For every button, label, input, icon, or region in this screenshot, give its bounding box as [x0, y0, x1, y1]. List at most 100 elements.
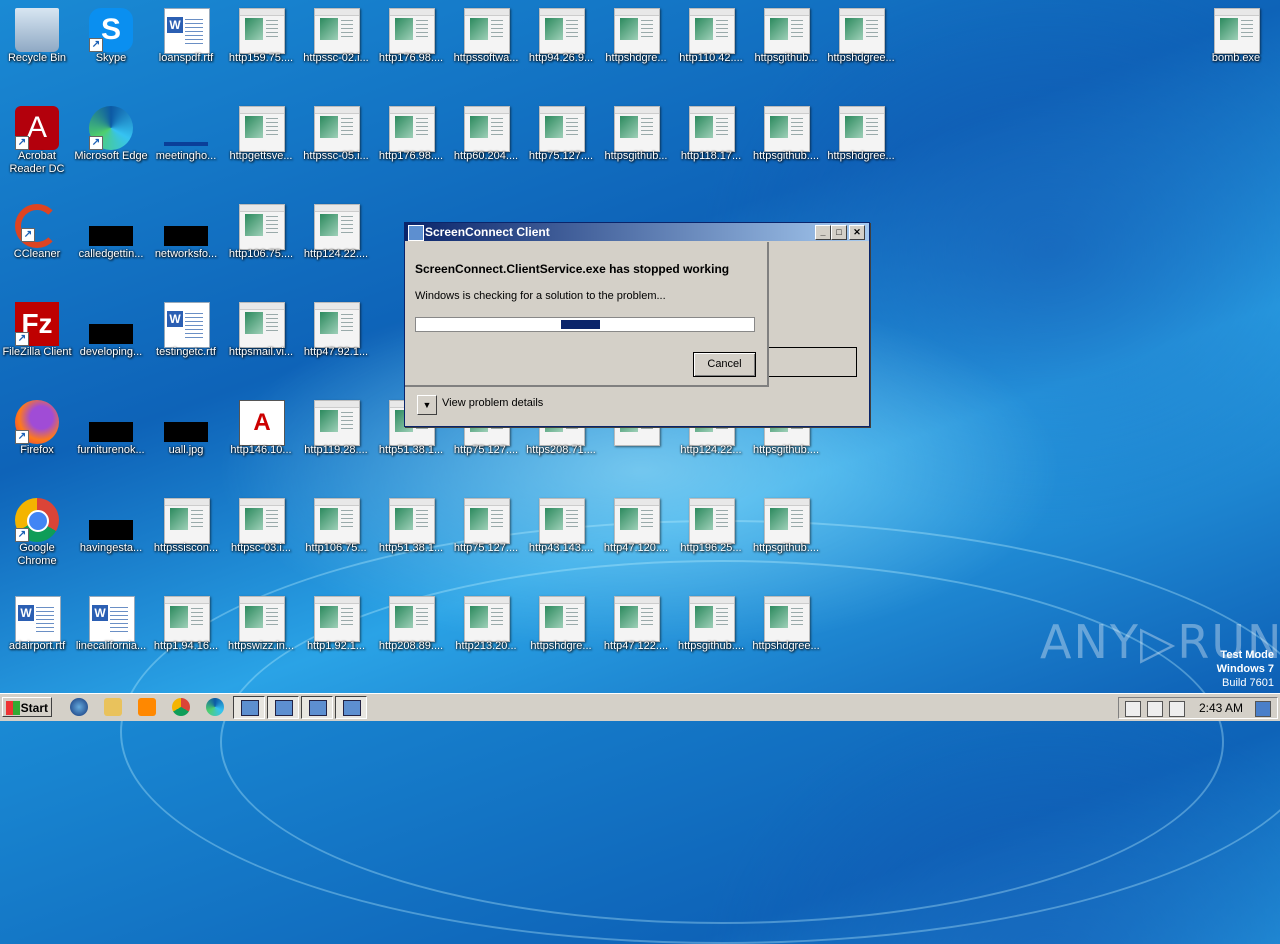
taskbar-task[interactable] — [335, 696, 367, 719]
desktop-icon-html[interactable]: httpshdgre... — [524, 588, 598, 678]
desktop-icon-html[interactable]: http110.42.... — [674, 0, 748, 90]
desktop-icon-html[interactable]: http159.75.... — [224, 0, 298, 90]
desktop-icon-html[interactable]: http106.75... — [299, 490, 373, 580]
taskbar-task[interactable] — [267, 696, 299, 719]
desktop-icon-html[interactable]: http47.120.... — [599, 490, 673, 580]
desktop-icon-html[interactable]: httpsgithub.... — [749, 98, 823, 188]
html-document-icon — [689, 8, 735, 54]
desktop-icon-http1-94[interactable]: http1.94.16... — [149, 588, 223, 678]
desktop-icon-linecalifornia[interactable]: W linecalifornia... — [74, 588, 148, 678]
desktop-icon-html[interactable]: httpgettsve... — [224, 98, 298, 188]
icon-label: http106.75... — [305, 542, 367, 554]
desktop-icon-meetingho[interactable]: meetingho... — [149, 98, 223, 188]
desktop-icon-html[interactable]: http213.20... — [449, 588, 523, 678]
view-details-label[interactable]: View problem details — [442, 397, 543, 409]
icon-label: http176.98.... — [378, 150, 444, 162]
icon-label: http124.22... — [680, 444, 742, 456]
desktop-icon-html[interactable]: httpshdgree... — [824, 0, 898, 90]
desktop-icon-html[interactable]: http176.98.... — [374, 98, 448, 188]
clock[interactable]: 2:43 AM — [1199, 698, 1243, 718]
desktop-icon-html[interactable]: http1.92.1... — [299, 588, 373, 678]
chrome-icon[interactable] — [172, 698, 190, 716]
desktop-icon-httpssiscon[interactable]: httpssiscon... — [149, 490, 223, 580]
file-icon — [89, 226, 133, 246]
desktop-icon-html[interactable]: http119.28.... — [299, 392, 373, 482]
desktop-icon-html[interactable]: httpsgithub... — [749, 0, 823, 90]
desktop-icon-html[interactable]: http196.25... — [674, 490, 748, 580]
desktop-icon-acrobat[interactable]: A ↗ Acrobat Reader DC — [0, 98, 74, 188]
flag-icon[interactable] — [1125, 701, 1141, 717]
desktop-icon-uall[interactable]: uall.jpg — [149, 392, 223, 482]
start-button[interactable]: Start — [2, 697, 52, 717]
maximize-button[interactable]: □ — [831, 225, 847, 240]
cancel-button[interactable]: Cancel — [693, 352, 756, 377]
html-document-icon — [389, 596, 435, 642]
desktop-icon-html[interactable]: http47.92.1... — [299, 294, 373, 384]
desktop-icon-html[interactable]: http60.204.... — [449, 98, 523, 188]
desktop-icon-html[interactable]: http75.127.... — [449, 490, 523, 580]
desktop-icon-html[interactable]: httpshdgree... — [824, 98, 898, 188]
internet-explorer-icon[interactable] — [70, 698, 88, 716]
desktop-icon-html[interactable]: http51.38.1... — [374, 490, 448, 580]
desktop-icon-html[interactable]: httpshdgre... — [599, 0, 673, 90]
file-icon — [89, 520, 133, 540]
icon-label: Skype — [95, 52, 127, 64]
desktop-icon-html[interactable]: http208.89.... — [374, 588, 448, 678]
desktop-icon-html[interactable]: http118.17... — [674, 98, 748, 188]
desktop-icon-html[interactable]: http47.122.... — [599, 588, 673, 678]
desktop-icon-skype[interactable]: S ↗ Skype — [74, 0, 148, 90]
desktop-icon-loanspdf[interactable]: W loanspdf.rtf — [149, 0, 223, 90]
desktop-icon-networksfo[interactable]: networksfo... — [149, 196, 223, 286]
test-mode-line3: Build 7601 — [1222, 677, 1274, 689]
desktop-icon-html[interactable]: http94.26.9... — [524, 0, 598, 90]
taskbar-task[interactable] — [301, 696, 333, 719]
taskbar-task[interactable] — [233, 696, 265, 719]
desktop-icon-pdf[interactable]: Ahttp146.10... — [224, 392, 298, 482]
media-player-icon[interactable] — [138, 698, 156, 716]
close-button[interactable]: ✕ — [849, 225, 865, 240]
expand-details-button[interactable]: ▼ — [417, 395, 437, 415]
desktop-icon-html[interactable]: httpssc-05.i... — [299, 98, 373, 188]
desktop-icon-html[interactable]: httpssc-02.i... — [299, 0, 373, 90]
edge-icon[interactable] — [206, 698, 224, 716]
desktop-icon-html[interactable]: http43.143.... — [524, 490, 598, 580]
desktop-icon-html[interactable]: httpsgithub.... — [674, 588, 748, 678]
desktop-icon-chrome[interactable]: ↗ Google Chrome — [0, 490, 74, 580]
screenconnect-icon — [309, 700, 327, 716]
acrobat-icon: A ↗ — [15, 106, 59, 150]
desktop-icon-html[interactable]: http124.22.... — [299, 196, 373, 286]
desktop-icon-html[interactable]: httpshdgree... — [749, 588, 823, 678]
icon-label: http176.98.... — [378, 52, 444, 64]
progress-segment — [561, 320, 601, 329]
desktop-icon-html[interactable]: http106.75.... — [224, 196, 298, 286]
desktop-icon-recycle-bin[interactable]: Recycle Bin — [0, 0, 74, 90]
desktop-icon-html[interactable]: httpswizz.in... — [224, 588, 298, 678]
desktop-icon-html[interactable]: httpsmail.vi... — [224, 294, 298, 384]
desktop-icon-html[interactable]: httpssoftwa... — [449, 0, 523, 90]
desktop-icon-html[interactable]: http75.127.... — [524, 98, 598, 188]
volume-icon[interactable] — [1169, 701, 1185, 717]
desktop-icon-ccleaner[interactable]: ↗ CCleaner — [0, 196, 74, 286]
desktop-icon-edge[interactable]: ↗ Microsoft Edge — [74, 98, 148, 188]
desktop-icon-bomb[interactable]: bomb.exe — [1199, 0, 1273, 90]
icon-label: Recycle Bin — [7, 52, 67, 64]
desktop-icon-testingetc[interactable]: W testingetc.rtf — [149, 294, 223, 384]
desktop-icon-firefox[interactable]: ↗ Firefox — [0, 392, 74, 482]
network-icon[interactable] — [1147, 701, 1163, 717]
minimize-button[interactable]: _ — [815, 225, 831, 240]
desktop-icon-html[interactable]: httpsgithub... — [599, 98, 673, 188]
desktop-icon-html[interactable]: httpsgithub.... — [749, 490, 823, 580]
desktop-icon-adairport[interactable]: W adairport.rtf — [0, 588, 74, 678]
desktop-icon-havingesta[interactable]: havingesta... — [74, 490, 148, 580]
show-desktop-icon[interactable] — [1255, 701, 1271, 717]
icon-label: testingetc.rtf — [156, 346, 216, 358]
desktop-icon-developing[interactable]: developing... — [74, 294, 148, 384]
error-heading: ScreenConnect.ClientService.exe has stop… — [415, 262, 730, 276]
dialog-titlebar[interactable]: ScreenConnect Client _ □ ✕ — [405, 223, 869, 241]
explorer-folder-icon[interactable] — [104, 698, 122, 716]
desktop-icon-furniturenok[interactable]: furniturenok... — [74, 392, 148, 482]
desktop-icon-calledgettin[interactable]: calledgettin... — [74, 196, 148, 286]
desktop-icon-filezilla[interactable]: Fz ↗ FileZilla Client — [0, 294, 74, 384]
desktop-icon-html[interactable]: http176.98.... — [374, 0, 448, 90]
desktop-icon-html[interactable]: httpsc-03.i... — [224, 490, 298, 580]
